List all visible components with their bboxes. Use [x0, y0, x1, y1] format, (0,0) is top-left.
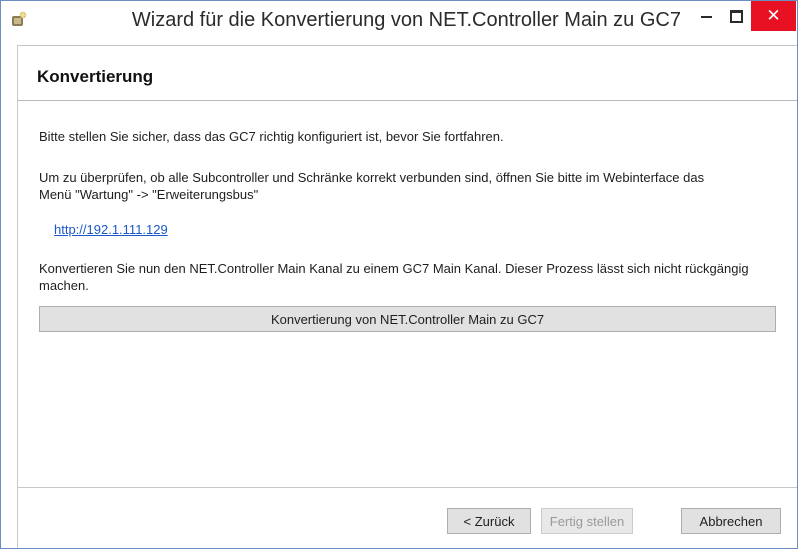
maximize-button[interactable] — [721, 1, 751, 31]
minimize-icon — [700, 16, 712, 18]
back-button[interactable]: < Zurück — [447, 508, 531, 534]
instruction-text-convert: Konvertieren Sie nun den NET.Controller … — [39, 261, 749, 293]
cancel-button[interactable]: Abbrechen — [681, 508, 781, 534]
close-button[interactable]: ✕ — [751, 1, 796, 31]
wizard-content-panel — [17, 45, 797, 548]
title-bar[interactable]: Wizard für die Konvertierung von NET.Con… — [1, 1, 797, 39]
page-title: Konvertierung — [37, 67, 154, 86]
page-header: Konvertierung — [17, 45, 797, 101]
wizard-window: Wizard für die Konvertierung von NET.Con… — [0, 0, 798, 549]
close-icon: ✕ — [766, 6, 781, 26]
instruction-text-configure: Bitte stellen Sie sicher, dass das GC7 r… — [39, 129, 504, 144]
footer-divider — [17, 487, 797, 488]
webinterface-link[interactable]: http://192.1.111.129 — [54, 222, 168, 237]
convert-button[interactable]: Konvertierung von NET.Controller Main zu… — [39, 306, 776, 332]
instruction-text-verify: Um zu überprüfen, ob alle Subcontroller … — [39, 170, 705, 202]
finish-button[interactable]: Fertig stellen — [541, 508, 633, 534]
window-title: Wizard für die Konvertierung von NET.Con… — [131, 9, 681, 31]
wizard-app-icon — [10, 10, 28, 28]
minimize-button[interactable] — [691, 1, 721, 31]
maximize-icon — [729, 9, 743, 23]
